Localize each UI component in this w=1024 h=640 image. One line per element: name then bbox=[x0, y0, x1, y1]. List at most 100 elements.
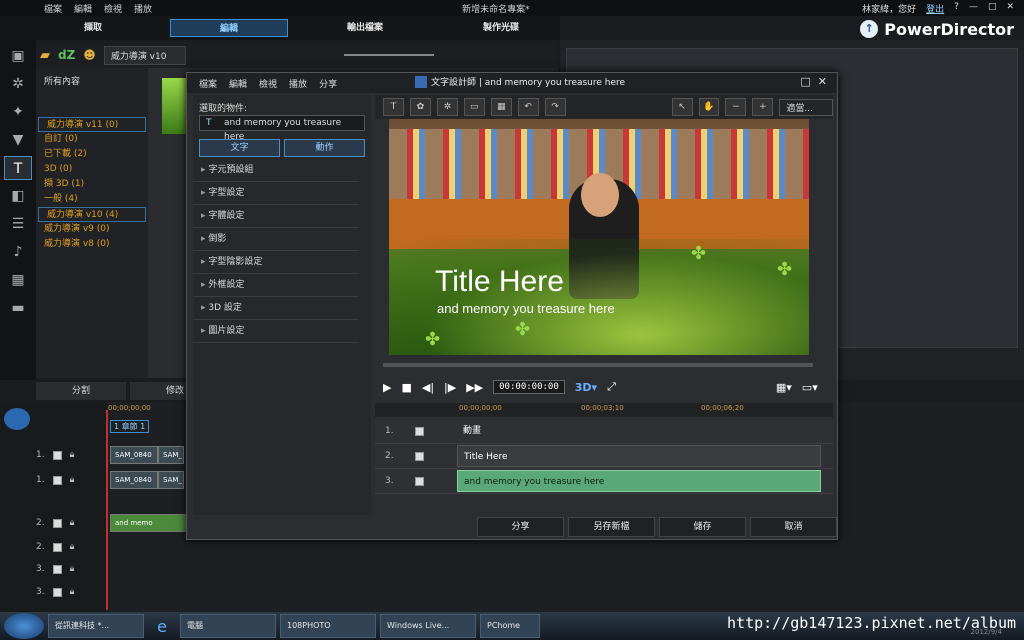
tree-item[interactable]: 已下載 (2) bbox=[36, 147, 148, 162]
tab-output[interactable]: 輸出檔案 bbox=[306, 19, 424, 37]
tree-item[interactable]: 3D (0) bbox=[36, 162, 148, 177]
menu-play[interactable]: 播放 bbox=[134, 2, 152, 15]
menu-edit[interactable]: 編輯 bbox=[74, 2, 92, 15]
prop-3d[interactable]: 3D 設定 bbox=[193, 297, 359, 320]
lock-icon[interactable]: 🔒︎ bbox=[70, 542, 75, 552]
fast-forward-icon[interactable]: ▶▶ bbox=[466, 381, 483, 394]
lock-icon[interactable]: 🔒︎ bbox=[70, 587, 75, 597]
cancel-button[interactable]: 取消 bbox=[750, 517, 837, 537]
taskbar-chrome[interactable]: 從訊連科技 *... bbox=[48, 614, 144, 638]
minimize-icon[interactable]: — bbox=[969, 2, 978, 15]
tree-item[interactable]: 威力導演 v11 (0) bbox=[38, 117, 146, 132]
prop-reflection[interactable]: 倒影 bbox=[193, 228, 359, 251]
ie-icon[interactable]: e bbox=[148, 617, 176, 636]
audio-clip[interactable]: SAM_ bbox=[158, 471, 184, 489]
lock-icon[interactable]: 🔒︎ bbox=[70, 475, 75, 485]
prop-font[interactable]: 字型設定 bbox=[193, 182, 359, 205]
library-dropdown[interactable]: 威力導演 v10 bbox=[103, 45, 186, 65]
tree-root[interactable]: 所有內容 bbox=[36, 68, 148, 93]
media-room-icon[interactable]: ▣ bbox=[4, 44, 32, 68]
voice-room-icon[interactable]: ♪ bbox=[4, 240, 32, 264]
track-enable-checkbox[interactable] bbox=[52, 587, 62, 597]
lock-icon[interactable]: 🔒︎ bbox=[70, 564, 75, 574]
help-icon[interactable]: ? bbox=[954, 2, 959, 15]
tree-item[interactable]: 威力導演 v8 (0) bbox=[36, 237, 148, 252]
prev-frame-icon[interactable]: ◀| bbox=[422, 381, 434, 394]
tab-disc[interactable]: 製作光碟 bbox=[442, 19, 560, 37]
select-icon[interactable]: ↖ bbox=[671, 98, 693, 116]
dialog-menu-share[interactable]: 分享 bbox=[319, 77, 337, 90]
prop-image[interactable]: 圖片設定 bbox=[193, 320, 359, 343]
lock-icon[interactable]: 🔒︎ bbox=[70, 518, 75, 528]
insert-particle-icon[interactable]: ✿ bbox=[409, 98, 431, 116]
upload-icon[interactable]: ↑ bbox=[860, 20, 879, 38]
prop-fill[interactable]: 字體設定 bbox=[193, 205, 359, 228]
selected-object-field[interactable]: Tand memory you treasure here bbox=[199, 115, 365, 142]
track-enable-checkbox[interactable] bbox=[52, 518, 62, 528]
timeline-playhead[interactable] bbox=[106, 410, 108, 610]
prop-border[interactable]: 外框設定 bbox=[193, 274, 359, 297]
track-enable-checkbox[interactable] bbox=[52, 542, 62, 552]
insert-effect-icon[interactable]: ✲ bbox=[436, 98, 458, 116]
chapter-room-icon[interactable]: ▦ bbox=[4, 268, 32, 292]
zoom-in-icon[interactable]: + bbox=[752, 98, 774, 116]
dialog-menu-play[interactable]: 播放 bbox=[289, 77, 307, 90]
user-icon[interactable]: ☻ bbox=[83, 48, 96, 62]
pan-icon[interactable]: ✋ bbox=[698, 98, 720, 116]
prop-preset[interactable]: 字元預設組 bbox=[193, 159, 359, 182]
preview-title-text[interactable]: Title Here bbox=[435, 265, 564, 299]
track-enable-checkbox[interactable] bbox=[52, 475, 62, 485]
tree-item[interactable]: 一般 (4) bbox=[36, 192, 148, 207]
transition-room-icon[interactable]: ◧ bbox=[4, 184, 32, 208]
close-icon[interactable]: ✕ bbox=[1006, 2, 1014, 15]
tree-item[interactable]: 威力導演 v9 (0) bbox=[36, 222, 148, 237]
video-clip[interactable]: SAM_0840 bbox=[110, 446, 158, 464]
tab-motion[interactable]: 動作 bbox=[284, 139, 365, 157]
dialog-menu-view[interactable]: 檢視 bbox=[259, 77, 277, 90]
chapter-marker[interactable]: 1 章節 1 bbox=[110, 420, 150, 433]
next-frame-icon[interactable]: |▶ bbox=[444, 381, 456, 394]
folder-icon[interactable]: ▰ bbox=[40, 48, 50, 63]
audio-clip[interactable]: SAM_0840 bbox=[110, 471, 158, 489]
taskbar-108photo[interactable]: 108PHOTO bbox=[280, 614, 376, 638]
undo-icon[interactable]: ↶ bbox=[517, 98, 539, 116]
share-button[interactable]: 分享 bbox=[477, 517, 564, 537]
insert-image-icon[interactable]: ▭ bbox=[463, 98, 485, 116]
tab-text[interactable]: 文字 bbox=[199, 139, 280, 157]
display-mode-icon[interactable]: ▦▾ bbox=[776, 381, 792, 394]
preview-scrubber[interactable] bbox=[383, 363, 813, 367]
maximize-icon[interactable]: □ bbox=[800, 75, 810, 88]
title-clip[interactable]: and memo bbox=[110, 514, 186, 532]
title-preview[interactable]: ✤ ✤ ✤ ✤ Title Here and memory you treasu… bbox=[389, 119, 809, 355]
menu-view[interactable]: 檢視 bbox=[104, 2, 122, 15]
prop-shadow[interactable]: 字型陰影設定 bbox=[193, 251, 359, 274]
dialog-menu-edit[interactable]: 編輯 bbox=[229, 77, 247, 90]
mixer-room-icon[interactable]: ☰ bbox=[4, 212, 32, 236]
insert-text-icon[interactable]: T bbox=[383, 98, 404, 116]
track-enable-checkbox[interactable] bbox=[52, 450, 62, 460]
template-thumbnail[interactable] bbox=[162, 78, 188, 134]
particle-room-icon[interactable]: ▼ bbox=[4, 128, 32, 152]
redo-icon[interactable]: ↷ bbox=[544, 98, 566, 116]
insert-bg-icon[interactable]: ▦ bbox=[490, 98, 512, 116]
video-clip[interactable]: SAM_ bbox=[158, 446, 184, 464]
fullscreen-icon[interactable]: ⤢ bbox=[607, 380, 616, 394]
tab-split[interactable]: 分割 bbox=[36, 382, 126, 400]
zoom-out-icon[interactable]: − bbox=[725, 98, 747, 116]
designer-timeline-ruler[interactable]: 00;00;00;00 00;00;03;10 00;00;06;20 bbox=[375, 403, 833, 417]
tab-edit[interactable]: 編輯 bbox=[169, 19, 289, 37]
3d-icon[interactable]: 3D▾ bbox=[575, 381, 597, 394]
save-as-button[interactable]: 另存新檔 bbox=[568, 517, 655, 537]
save-button[interactable]: 儲存 bbox=[659, 517, 746, 537]
close-icon[interactable]: ✕ bbox=[818, 75, 827, 88]
tree-item[interactable]: 自訂 (0) bbox=[36, 132, 148, 147]
tl-row-checkbox[interactable] bbox=[415, 426, 424, 436]
lock-icon[interactable]: 🔒︎ bbox=[70, 450, 75, 460]
tree-item[interactable]: 威力導演 v10 (4) bbox=[38, 207, 146, 222]
taskbar-pchome[interactable]: PChome bbox=[480, 614, 540, 638]
tl-row-bar[interactable]: 動畫 bbox=[457, 420, 817, 442]
tab-capture[interactable]: 擷取 bbox=[34, 19, 152, 37]
tl-row-checkbox[interactable] bbox=[415, 476, 424, 486]
dialog-menu-file[interactable]: 檔案 bbox=[199, 77, 217, 90]
timecode-display[interactable]: 00:00:00:00 bbox=[493, 380, 565, 394]
